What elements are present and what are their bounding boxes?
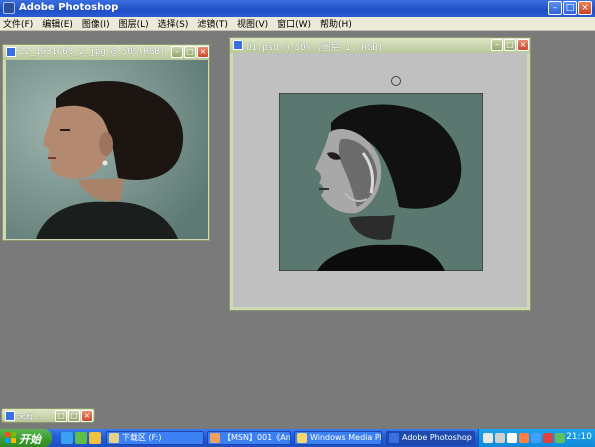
maximize-icon[interactable]: □ [68, 410, 80, 422]
painting-canvas-area[interactable] [233, 53, 527, 307]
photoshop-icon [389, 433, 399, 443]
maximize-icon[interactable]: □ [563, 1, 577, 15]
media-player-icon [297, 433, 307, 443]
close-icon[interactable]: × [517, 39, 529, 51]
browser-icon [210, 433, 220, 443]
document-icon [5, 411, 15, 421]
task-download-folder[interactable]: 下载区 (F:) [106, 431, 204, 445]
taskbar: 开始 下载区 (F:) 【MSN】001《Anth... Windows Med… [0, 429, 595, 447]
app-title: Adobe Photoshop [19, 2, 119, 13]
tray-app-icon[interactable] [555, 433, 565, 443]
menu-file[interactable]: 文件(F) [3, 17, 33, 30]
tray-app-icon[interactable] [531, 433, 541, 443]
menu-edit[interactable]: 编辑(E) [42, 17, 73, 30]
quick-launch-icon[interactable] [75, 432, 87, 444]
tray-app-icon[interactable] [519, 433, 529, 443]
windows-flag-icon [5, 432, 16, 443]
photo-document-title: 22_1631668_2.jpg @ 50%(RGB) [19, 47, 166, 57]
minimized-document-title: 未标... [18, 412, 42, 421]
start-button[interactable]: 开始 [0, 429, 52, 447]
painting-document-titlebar[interactable]: 01.psd @ 50% (图层 1, RGB) – □ × [230, 38, 530, 53]
ie-icon[interactable] [61, 432, 73, 444]
portrait-photo [6, 60, 208, 239]
task-media-player[interactable]: Windows Media Pl... [294, 431, 382, 445]
maximize-icon[interactable]: □ [184, 46, 196, 58]
menu-filter[interactable]: 滤镜(T) [197, 17, 228, 30]
tray-app-icon[interactable] [507, 433, 517, 443]
task-photoshop[interactable]: Adobe Photoshop [386, 431, 475, 445]
task-msn[interactable]: 【MSN】001《Anth... [207, 431, 291, 445]
keyboard-icon[interactable] [483, 433, 493, 443]
painting-document-title: 01.psd @ 50% (图层 1, RGB) [246, 43, 384, 53]
folder-icon[interactable] [89, 432, 101, 444]
close-icon[interactable]: × [81, 410, 93, 422]
folder-icon [109, 433, 119, 443]
photo-document-window[interactable]: 22_1631668_2.jpg @ 50%(RGB) – □ × [2, 44, 210, 241]
minimize-icon[interactable]: – [171, 46, 183, 58]
menu-bar: 文件(F) 编辑(E) 图像(I) 图层(L) 选择(S) 滤镜(T) 视图(V… [0, 17, 595, 31]
tray-app-icon[interactable] [543, 433, 553, 443]
menu-image[interactable]: 图像(I) [82, 17, 110, 30]
menu-layer[interactable]: 图层(L) [119, 17, 149, 30]
photo-canvas[interactable] [6, 60, 208, 239]
task-label: 下载区 (F:) [122, 433, 162, 442]
document-icon [6, 47, 16, 57]
task-label: Adobe Photoshop [402, 433, 472, 442]
photo-document-titlebar[interactable]: 22_1631668_2.jpg @ 50%(RGB) – □ × [3, 45, 209, 60]
task-label: Windows Media Pl... [310, 433, 382, 442]
document-icon [233, 40, 243, 50]
menu-window[interactable]: 窗口(W) [277, 17, 311, 30]
restore-icon[interactable]: □ [55, 410, 67, 422]
minimize-icon[interactable]: – [548, 1, 562, 15]
menu-view[interactable]: 视图(V) [237, 17, 268, 30]
minimize-icon[interactable]: – [491, 39, 503, 51]
maximize-icon[interactable]: □ [504, 39, 516, 51]
painting-document-window[interactable]: 01.psd @ 50% (图层 1, RGB) – □ × [229, 37, 531, 311]
menu-help[interactable]: 帮助(H) [320, 17, 352, 30]
close-icon[interactable]: × [197, 46, 209, 58]
menu-select[interactable]: 选择(S) [158, 17, 189, 30]
painting-image [279, 93, 483, 271]
start-label: 开始 [19, 433, 41, 446]
app-title-bar[interactable]: Adobe Photoshop – □ × [0, 0, 595, 17]
minimized-document[interactable]: 未标... □ □ × [1, 408, 95, 423]
task-label: 【MSN】001《Anth... [223, 433, 291, 442]
system-tray: 21:10 [478, 429, 595, 447]
clock: 21:10 [566, 432, 592, 442]
photoshop-icon [3, 2, 15, 14]
network-icon[interactable] [495, 433, 505, 443]
close-icon[interactable]: × [578, 1, 592, 15]
brush-cursor-icon [391, 76, 401, 86]
